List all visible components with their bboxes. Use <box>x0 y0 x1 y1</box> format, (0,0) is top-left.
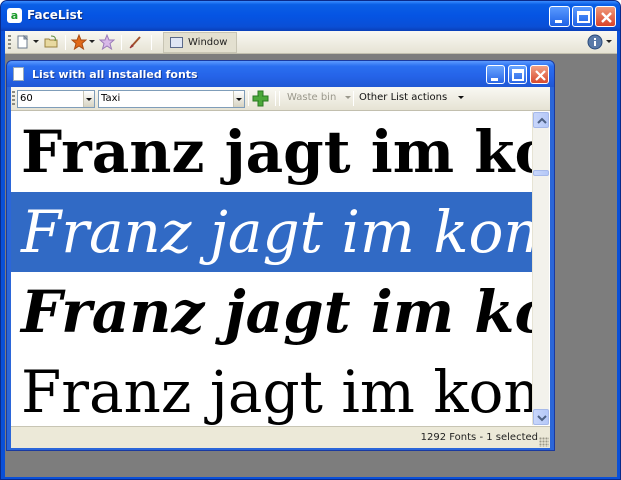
document-icon[interactable] <box>13 67 24 81</box>
toolbar-separator <box>121 35 122 50</box>
other-actions-dropdown-arrow-icon <box>458 95 465 99</box>
add-icon[interactable] <box>252 90 269 107</box>
font-size-value: 60 <box>20 93 33 104</box>
close-button[interactable] <box>595 6 616 27</box>
help-dropdown-arrow-icon[interactable] <box>606 40 612 43</box>
maximize-button[interactable] <box>572 6 593 27</box>
star-dropdown-arrow-icon[interactable] <box>89 40 95 43</box>
font-list-item[interactable]: Franz jagt im kon <box>11 272 532 352</box>
scroll-thumb[interactable] <box>533 170 549 176</box>
toolbar-grip[interactable] <box>8 35 11 50</box>
toolbar-separator <box>279 91 280 106</box>
star-outline-icon[interactable] <box>99 34 115 50</box>
waste-bin-dropdown-arrow-icon <box>344 95 351 99</box>
app-titlebar[interactable]: a FaceList <box>1 1 620 31</box>
paint-brush-icon[interactable] <box>128 34 144 50</box>
list-toolbar: 60 Taxi Waste bin Other List actions <box>11 87 550 111</box>
font-size-combo[interactable]: 60 <box>17 90 95 108</box>
status-bar: 1292 Fonts - 1 selected <box>11 426 550 448</box>
scroll-up-button[interactable] <box>533 112 549 128</box>
font-name-dropdown-arrow-icon[interactable] <box>233 91 244 107</box>
new-document-icon[interactable] <box>15 34 31 50</box>
app-logo-icon[interactable]: a <box>7 8 22 23</box>
font-name-combo[interactable]: Taxi <box>98 90 245 108</box>
star-icon[interactable] <box>71 34 87 50</box>
child-close-button[interactable] <box>530 65 549 84</box>
scroll-down-button[interactable] <box>533 409 549 425</box>
resize-grip-icon[interactable] <box>539 437 549 447</box>
font-size-dropdown-arrow-icon[interactable] <box>83 91 94 107</box>
toolbar-separator <box>248 91 249 106</box>
font-list-item[interactable]: Franz jagt im kompl <box>11 352 532 425</box>
waste-bin-button[interactable]: Waste bin <box>287 92 351 103</box>
font-list-client: 60 Taxi Waste bin Other List actions Fra… <box>11 87 550 448</box>
app-window: a FaceList Window List with all installe… <box>0 0 621 480</box>
other-list-actions-label: Other List actions <box>359 92 448 103</box>
window-menu-label: Window <box>188 37 228 48</box>
font-list-item-selected[interactable]: Franz jagt im komp <box>11 192 532 272</box>
font-sample-text: Franz jagt im kon <box>21 278 532 346</box>
font-sample-text: Franz jagt im kom <box>21 118 532 186</box>
font-list-title: List with all installed fonts <box>32 68 198 81</box>
child-minimize-button[interactable] <box>486 65 505 84</box>
font-name-value: Taxi <box>101 93 121 104</box>
toolbar-separator <box>353 91 354 106</box>
status-text: 1292 Fonts - 1 selected <box>420 432 538 443</box>
help-icon[interactable] <box>587 34 603 50</box>
font-sample-text: Franz jagt im komp <box>21 198 532 266</box>
font-sample-list[interactable]: Franz jagt im kom Franz jagt im komp Fra… <box>11 112 532 425</box>
list-toolbar-grip[interactable] <box>12 91 15 106</box>
main-toolbar: Window <box>5 31 617 54</box>
child-maximize-button[interactable] <box>508 65 527 84</box>
waste-bin-label: Waste bin <box>287 92 337 103</box>
new-dropdown-arrow-icon[interactable] <box>33 40 39 43</box>
other-list-actions-button[interactable]: Other List actions <box>359 92 465 103</box>
font-list-item[interactable]: Franz jagt im kom <box>11 112 532 192</box>
font-list-window: List with all installed fonts 60 Taxi Wa… <box>6 60 555 451</box>
app-title: FaceList <box>27 8 83 22</box>
window-icon <box>170 37 183 48</box>
font-sample-text: Franz jagt im kompl <box>21 358 532 425</box>
toolbar-separator <box>65 35 66 50</box>
toolbar-separator <box>151 35 152 50</box>
window-menu-button[interactable]: Window <box>163 32 237 53</box>
font-list-titlebar[interactable]: List with all installed fonts <box>7 61 554 87</box>
open-folder-icon[interactable] <box>43 34 59 50</box>
toolbar-separator <box>275 91 276 106</box>
vertical-scrollbar[interactable] <box>532 112 549 425</box>
minimize-button[interactable] <box>549 6 570 27</box>
